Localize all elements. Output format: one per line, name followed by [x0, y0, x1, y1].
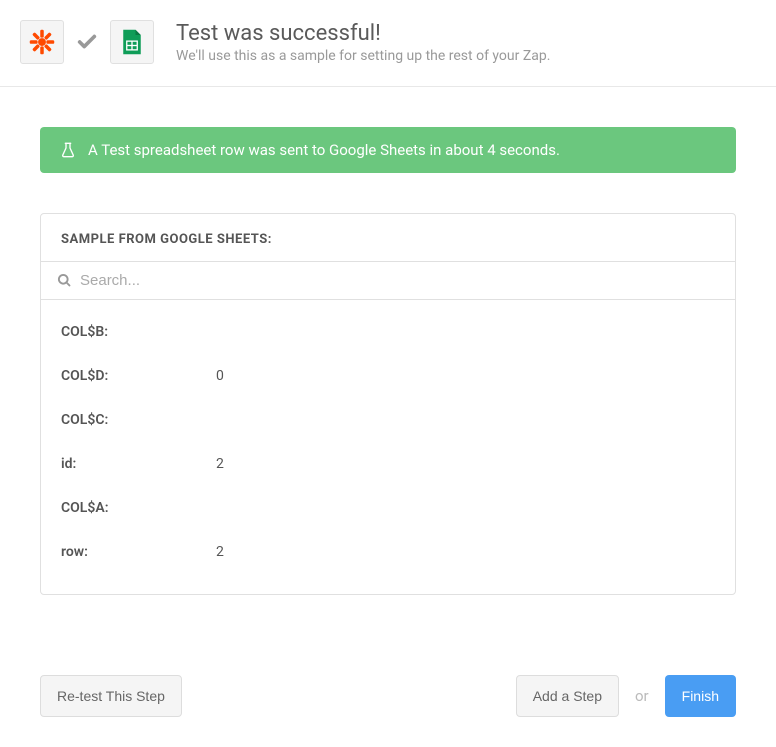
sample-box: SAMPLE FROM GOOGLE SHEETS: COL$B: COL$D:… [40, 213, 736, 595]
sample-heading: SAMPLE FROM GOOGLE SHEETS: [41, 214, 735, 261]
field-row: COL$C: [61, 398, 715, 442]
field-key: COL$B: [61, 324, 216, 340]
success-banner: A Test spreadsheet row was sent to Googl… [40, 127, 736, 173]
flask-icon [60, 142, 76, 158]
search-icon [57, 273, 72, 288]
field-row: COL$A: [61, 486, 715, 530]
field-row: row: 2 [61, 530, 715, 574]
or-text: or [635, 687, 649, 705]
google-sheets-icon [118, 28, 146, 56]
field-row: COL$B: [61, 310, 715, 354]
page-header: Test was successful! We'll use this as a… [0, 0, 776, 87]
google-sheets-icon-box [110, 20, 154, 64]
field-value: 2 [216, 456, 224, 472]
fields-list: COL$B: COL$D: 0 COL$C: id: 2 COL$A: row: [41, 300, 735, 594]
finish-button[interactable]: Finish [665, 675, 736, 717]
field-key: COL$C: [61, 412, 216, 428]
field-key: COL$D: [61, 368, 216, 384]
field-value: 2 [216, 544, 224, 560]
field-row: COL$D: 0 [61, 354, 715, 398]
search-input[interactable] [80, 272, 719, 289]
field-key: COL$A: [61, 500, 216, 516]
page-subtitle: We'll use this as a sample for setting u… [176, 48, 550, 64]
footer: Re-test This Step Add a Step or Finish [0, 635, 776, 747]
check-icon [76, 31, 98, 53]
success-message: A Test spreadsheet row was sent to Googl… [88, 141, 560, 159]
field-row: id: 2 [61, 442, 715, 486]
field-value: 0 [216, 368, 224, 384]
page-title: Test was successful! [176, 21, 550, 46]
zapier-icon [28, 28, 56, 56]
field-key: row: [61, 544, 216, 560]
retest-button[interactable]: Re-test This Step [40, 675, 182, 717]
zapier-icon-box [20, 20, 64, 64]
search-wrap [41, 261, 735, 300]
add-step-button[interactable]: Add a Step [516, 675, 619, 717]
field-key: id: [61, 456, 216, 472]
